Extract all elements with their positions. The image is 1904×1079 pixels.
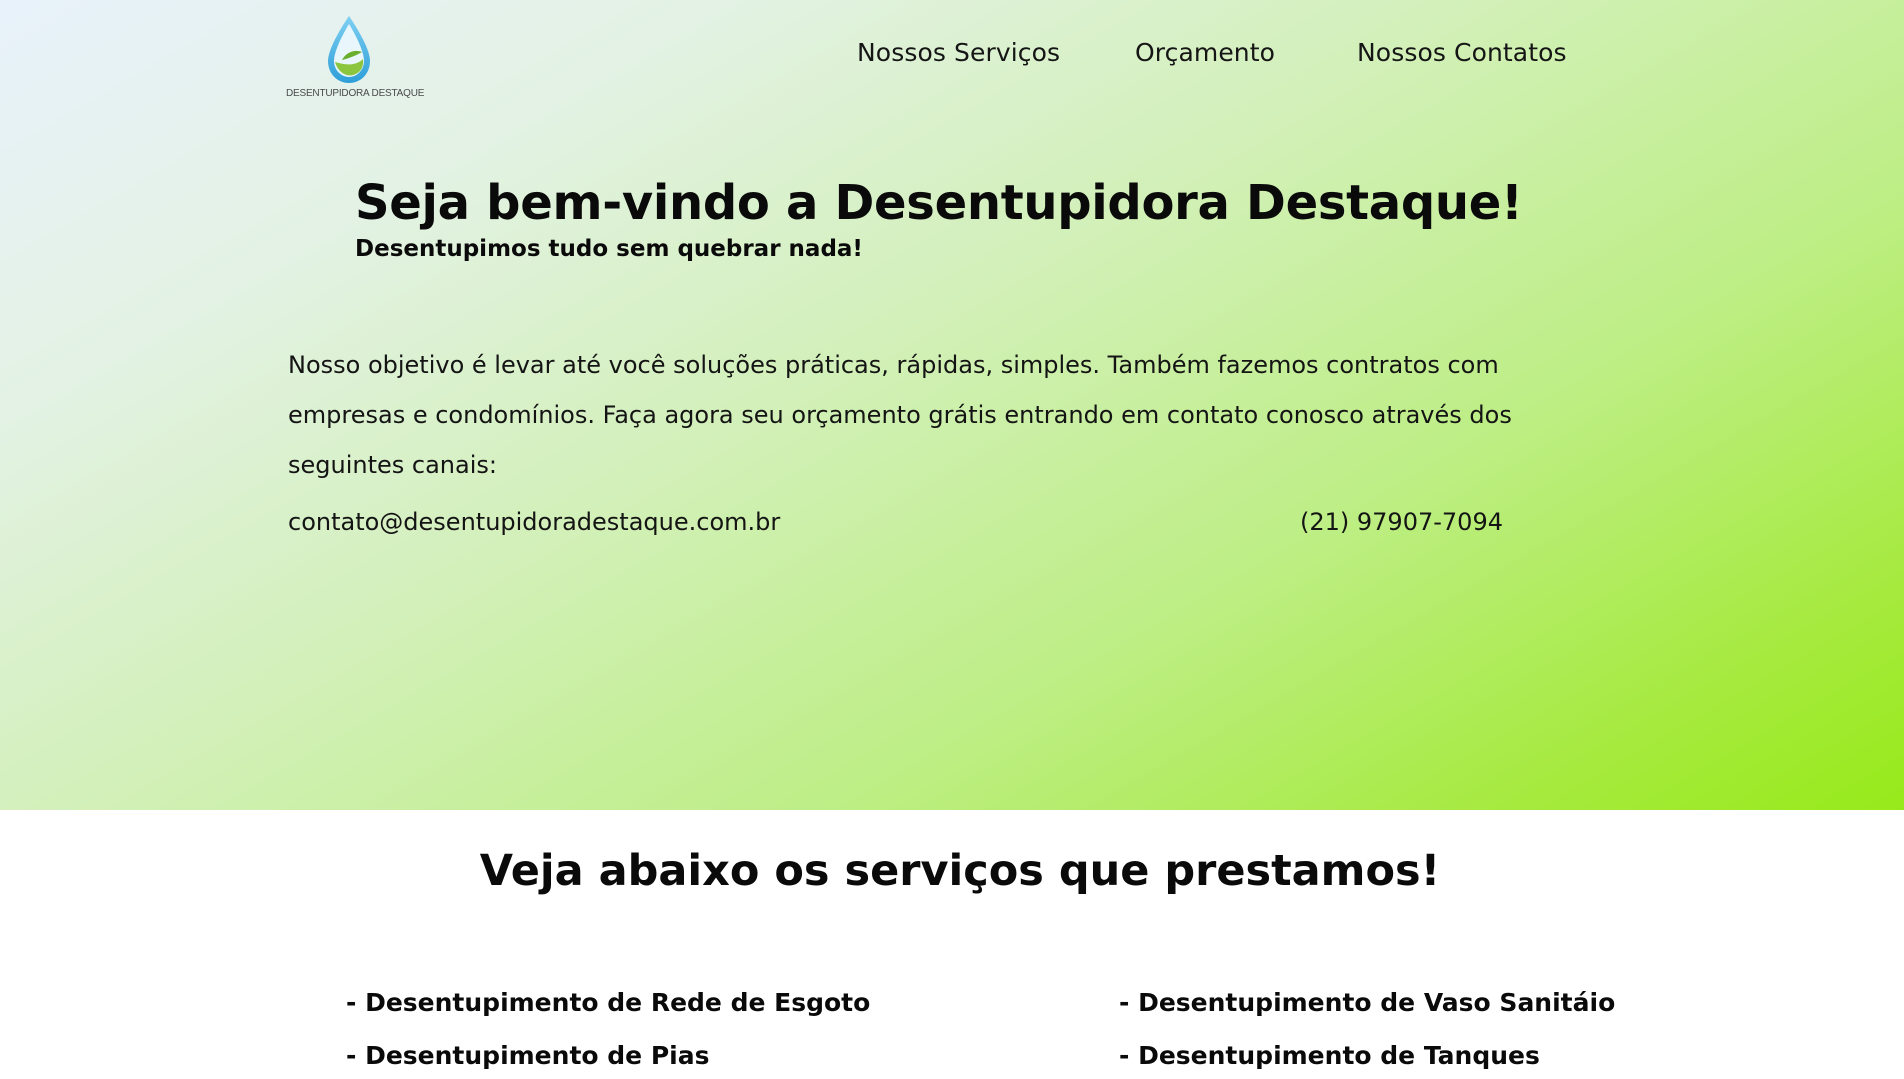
nav-link-services[interactable]: Nossos Serviços bbox=[857, 38, 1060, 67]
hero-description: Nosso objetivo é levar até você soluções… bbox=[288, 351, 1512, 479]
hero-title: Seja bem-vindo a Desentupidora Destaque! bbox=[355, 175, 1523, 231]
hero-section: DESENTUPIDORA DESTAQUE Nossos Serviços O… bbox=[0, 0, 1904, 810]
service-item-sinks: - Desentupimento de Pias bbox=[346, 1041, 710, 1070]
logo-text: DESENTUPIDORA DESTAQUE bbox=[286, 88, 425, 99]
nav-link-contacts[interactable]: Nossos Contatos bbox=[1357, 38, 1567, 67]
nav-link-quote[interactable]: Orçamento bbox=[1135, 38, 1275, 67]
hero-subtitle: Desentupimos tudo sem quebrar nada! bbox=[355, 236, 863, 262]
service-item-toilet: - Desentupimento de Vaso Sanitáio bbox=[1119, 988, 1616, 1017]
service-item-sewer: - Desentupimento de Rede de Esgoto bbox=[346, 988, 871, 1017]
water-drop-icon bbox=[328, 16, 370, 83]
contact-phone-link[interactable]: (21) 97907-7094 bbox=[1300, 508, 1503, 536]
contact-email-link[interactable]: contato@desentupidoradestaque.com.br bbox=[288, 508, 780, 536]
logo[interactable]: DESENTUPIDORA DESTAQUE bbox=[286, 14, 425, 100]
service-item-tanks: - Desentupimento de Tanques bbox=[1119, 1041, 1540, 1070]
services-title: Veja abaixo os serviços que prestamos! bbox=[479, 846, 1441, 896]
